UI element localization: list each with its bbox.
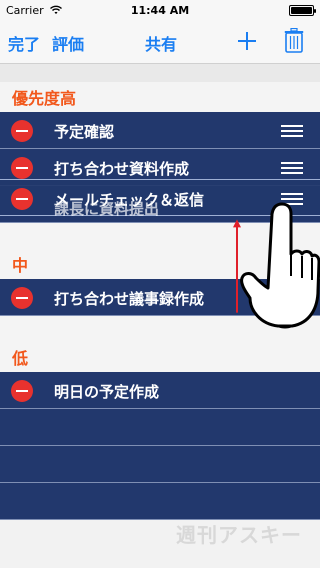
plus-icon [238,32,256,50]
section-header-high: 優先度高 [0,82,320,112]
list-item-label: 予定確認 [54,123,115,141]
list-item-label: 打ち合わせ資料作成 [54,160,190,178]
pointing-hand-icon [240,202,320,329]
list-item-label: 明日の予定作成 [54,383,160,401]
delete-row-button[interactable] [11,157,33,179]
status-left: Carrier [6,4,63,17]
list-top-spacer [0,64,320,82]
battery-icon [289,4,316,16]
delete-row-button[interactable] [11,188,33,210]
list-item[interactable]: 明日の予定作成 [0,372,320,409]
delete-row-button[interactable] [11,120,33,142]
empty-row [0,409,320,446]
reorder-handle-icon[interactable] [281,162,303,177]
watermark-text: 週刊アスキー [176,523,302,547]
carrier-label: Carrier [6,3,44,17]
dragging-item-label: メールチェック＆返信 [54,191,205,209]
section-header-low: 低 [0,342,320,372]
wifi-icon [49,5,62,14]
list-item-label: 打ち合わせ議事録作成 [54,290,205,308]
delete-row-button[interactable] [11,287,33,309]
empty-row [0,446,320,483]
navigation-bar: 完了 評価 共有 [0,20,320,64]
trash-icon [284,27,304,53]
list-item[interactable]: 予定確認 [0,112,320,149]
screen: Carrier 11:44 AM 完了 評価 共有 優先度高 予定確認 打ち合わ… [0,0,320,568]
share-button[interactable]: 共有 [145,31,177,55]
status-bar: Carrier 11:44 AM [0,0,320,20]
reorder-handle-icon[interactable] [281,125,303,140]
delete-all-button[interactable] [284,27,304,57]
add-button[interactable] [236,26,258,59]
empty-row [0,483,320,520]
delete-row-button[interactable] [11,380,33,402]
rate-button[interactable]: 評価 [52,31,84,55]
done-button[interactable]: 完了 [8,31,40,55]
